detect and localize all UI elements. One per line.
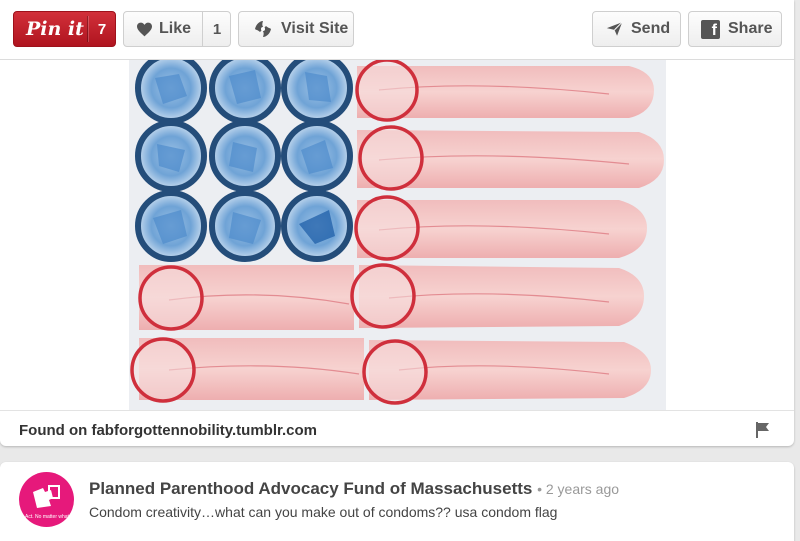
blue-condom-grid (135, 60, 353, 262)
pin-action-bar: Pin it 7 Like 1 Visit Site Send f Share (0, 0, 794, 60)
share-button[interactable]: f Share (688, 11, 782, 47)
like-button[interactable]: Like 1 (123, 11, 231, 47)
pin-it-button[interactable]: Pin it 7 (13, 11, 116, 47)
pinner-name[interactable]: Planned Parenthood Advocacy Fund of Mass… (89, 479, 532, 498)
send-button[interactable]: Send (592, 11, 681, 47)
flag-report-icon[interactable] (756, 422, 770, 438)
send-label: Send (631, 20, 671, 37)
avatar-caption: Act. No matter what (25, 514, 69, 520)
pinner-name-line: Planned Parenthood Advocacy Fund of Mass… (89, 479, 619, 499)
send-icon (606, 21, 623, 36)
share-label: Share (728, 20, 773, 37)
pin-source-bar: Found on fabforgottennobility.tumblr.com (0, 410, 794, 446)
visit-site-icon (255, 21, 271, 37)
pin-timestamp: • 2 years ago (537, 481, 620, 497)
avatar[interactable]: Act. No matter what (19, 472, 74, 527)
pin-card: Pin it 7 Like 1 Visit Site Send f Share … (0, 0, 794, 446)
like-main: Like (124, 20, 202, 38)
like-label: Like (159, 20, 192, 37)
like-count: 1 (212, 20, 222, 38)
facebook-icon: f (701, 19, 720, 39)
visit-site-button[interactable]: Visit Site (238, 11, 354, 47)
visit-site-label: Visit Site (281, 20, 349, 37)
pinner-card: Act. No matter what Planned Parenthood A… (0, 462, 794, 541)
pin-image[interactable] (129, 60, 666, 410)
pin-description: Condom creativity…what can you make out … (89, 504, 558, 520)
pin-it-label: Pin it (26, 18, 84, 40)
source-link[interactable]: Found on fabforgottennobility.tumblr.com (19, 422, 317, 439)
pin-it-count: 7 (97, 20, 107, 38)
heart-icon (137, 22, 152, 36)
